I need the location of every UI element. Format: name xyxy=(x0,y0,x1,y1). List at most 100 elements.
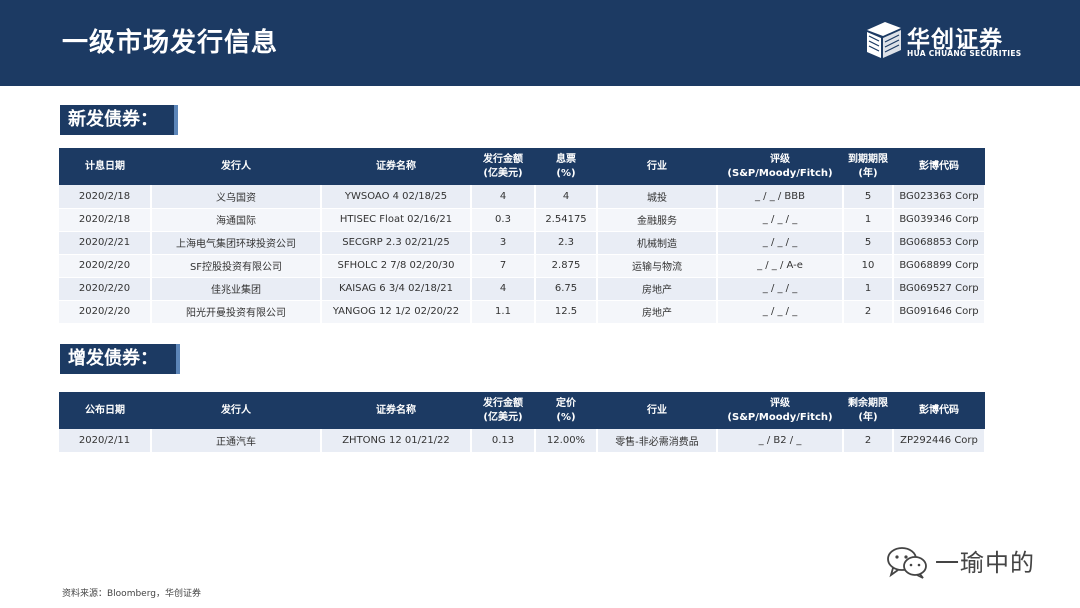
table-cell: BG068853 Corp xyxy=(893,231,986,255)
table-row: 2020/2/20 阳光开曼投资有限公司 YANGOG 12 1/2 02/20/2… xyxy=(59,300,986,324)
column-header: 剩余期限 (年) xyxy=(843,392,893,429)
table-cell: 2.3 xyxy=(535,231,598,255)
table-cell: YANGOG 12 1/2 02/20/22 xyxy=(321,300,472,324)
wechat-icon xyxy=(887,547,927,579)
table-header-row: 计息日期 发行人 证券名称 发行金额 (亿美元) 息票 (%) 行业 评级 (S&P/Moo… xyxy=(59,148,985,185)
logo-english-name: HUA CHUANG SECURITIES xyxy=(907,49,1022,58)
column-header: 评级 (S&P/Moody/Fitch) xyxy=(717,148,843,185)
table-cell: BG039346 Corp xyxy=(893,208,986,232)
table-cell: 4 xyxy=(471,185,536,209)
table-cell: BG091646 Corp xyxy=(893,300,986,324)
column-header: 到期期限 (年) xyxy=(843,148,893,185)
header-bar: 一级市场发行信息 华创证券 HUA CHUANG SECURITIES xyxy=(0,0,1080,86)
column-header: 公布日期 xyxy=(59,392,151,429)
column-header: 计息日期 xyxy=(59,148,151,185)
table-cell: 4 xyxy=(535,185,598,209)
table-cell: BG069527 Corp xyxy=(893,277,986,301)
new-bonds-label: 新发债券： xyxy=(60,105,178,135)
table-cell: 5 xyxy=(843,185,894,209)
table-cell: 5 xyxy=(843,231,894,255)
table-cell: BG068899 Corp xyxy=(893,254,986,278)
table-row: 2020/2/18 义乌国资 YWSOAO 4 02/18/25 4 4 城投 _ / _ … xyxy=(59,185,986,209)
table-cell: 2020/2/18 xyxy=(59,208,152,232)
source-note: 资料来源：Bloomberg，华创证券 xyxy=(62,589,201,599)
table-cell: 城投 xyxy=(597,185,718,209)
page-title: 一级市场发行信息 xyxy=(62,28,279,58)
table-cell: 义乌国资 xyxy=(151,185,322,209)
table-cell: 0.3 xyxy=(471,208,536,232)
table-cell: KAISAG 6 3/4 02/18/21 xyxy=(321,277,472,301)
column-header: 证券名称 xyxy=(321,392,471,429)
column-header: 证券名称 xyxy=(321,148,471,185)
table-cell: 1.1 xyxy=(471,300,536,324)
table-row: 2020/2/20 佳兆业集团 KAISAG 6 3/4 02/18/21 4 6.75… xyxy=(59,277,986,301)
table-cell: 0.13 xyxy=(471,429,536,453)
table-cell: ZHTONG 12 01/21/22 xyxy=(321,429,472,453)
table-cell: 阳光开曼投资有限公司 xyxy=(151,300,322,324)
column-header: 行业 xyxy=(597,392,717,429)
table-cell: 2.54175 xyxy=(535,208,598,232)
table-cell: 3 xyxy=(471,231,536,255)
table-cell: 上海电气集团环球投资公司 xyxy=(151,231,322,255)
column-header: 发行人 xyxy=(151,148,321,185)
table-cell: _ / _ / _ xyxy=(717,277,844,301)
table-cell: 12.00% xyxy=(535,429,598,453)
column-header: 发行金额 (亿美元) xyxy=(471,392,535,429)
table-cell: 零售-非必需消费品 xyxy=(597,429,718,453)
logo-cube-icon xyxy=(867,22,901,58)
table-cell: SF控股投资有限公司 xyxy=(151,254,322,278)
table-cell: 2020/2/11 xyxy=(59,429,152,453)
table-cell: 2 xyxy=(843,300,894,324)
column-header: 彭博代码 xyxy=(893,392,985,429)
table-cell: 12.5 xyxy=(535,300,598,324)
table-cell: 2 xyxy=(843,429,894,453)
table-row: 2020/2/20 SF控股投资有限公司 SFHOLC 2 7/8 02/20/30… xyxy=(59,254,986,278)
table-cell: _ / _ / A-e xyxy=(717,254,844,278)
table-cell: 海通国际 xyxy=(151,208,322,232)
column-header: 发行金额 (亿美元) xyxy=(471,148,535,185)
table-cell: 2020/2/20 xyxy=(59,277,152,301)
table-cell: SFHOLC 2 7/8 02/20/30 xyxy=(321,254,472,278)
table-cell: 2020/2/20 xyxy=(59,254,152,278)
table-cell: 6.75 xyxy=(535,277,598,301)
company-logo: 华创证券 HUA CHUANG SECURITIES xyxy=(863,20,1023,62)
table-cell: HTISEC Float 02/16/21 xyxy=(321,208,472,232)
column-header: 彭博代码 xyxy=(893,148,985,185)
column-header: 发行人 xyxy=(151,392,321,429)
table-cell: YWSOAO 4 02/18/25 xyxy=(321,185,472,209)
table-header-row: 公布日期 发行人 证券名称 发行金额 (亿美元) 定价 (%) 行业 评级 (S&P/Moo… xyxy=(59,392,985,429)
table-cell: SECGRP 2.3 02/21/25 xyxy=(321,231,472,255)
table-cell: 机械制造 xyxy=(597,231,718,255)
table-cell: 2020/2/20 xyxy=(59,300,152,324)
table-row: 2020/2/11 正通汽车 ZHTONG 12 01/21/22 0.13 12.00… xyxy=(59,429,986,453)
wechat-watermark: 一瑜中的 xyxy=(885,543,1065,579)
table-cell: _ / _ / _ xyxy=(717,300,844,324)
table-cell: 7 xyxy=(471,254,536,278)
table-cell: 4 xyxy=(471,277,536,301)
table-cell: 金融服务 xyxy=(597,208,718,232)
table-cell: _ / _ / _ xyxy=(717,208,844,232)
table-row: 2020/2/21 上海电气集团环球投资公司 SECGRP 2.3 02/21/25… xyxy=(59,231,986,255)
table-cell: 2020/2/18 xyxy=(59,185,152,209)
table-cell: 正通汽车 xyxy=(151,429,322,453)
column-header: 评级 (S&P/Moody/Fitch) xyxy=(717,392,843,429)
table-cell: 房地产 xyxy=(597,300,718,324)
table-cell: 10 xyxy=(843,254,894,278)
table-cell: 房地产 xyxy=(597,277,718,301)
table-cell: 运输与物流 xyxy=(597,254,718,278)
table-row: 2020/2/18 海通国际 HTISEC Float 02/16/21 0.3 2.5… xyxy=(59,208,986,232)
table-cell: ZP292446 Corp xyxy=(893,429,986,453)
table-cell: 佳兆业集团 xyxy=(151,277,322,301)
table-cell: 2020/2/21 xyxy=(59,231,152,255)
table-cell: 1 xyxy=(843,208,894,232)
table-cell: _ / B2 / _ xyxy=(717,429,844,453)
column-header: 息票 (%) xyxy=(535,148,597,185)
add-bonds-table: 公布日期 发行人 证券名称 发行金额 (亿美元) 定价 (%) 行业 评级 (S&P/Moo… xyxy=(59,392,986,453)
add-bonds-label: 增发债券： xyxy=(60,344,180,374)
table-cell: _ / _ / _ xyxy=(717,231,844,255)
table-cell: 2.875 xyxy=(535,254,598,278)
column-header: 行业 xyxy=(597,148,717,185)
watermark-text: 一瑜中的 xyxy=(935,549,1035,577)
table-cell: BG023363 Corp xyxy=(893,185,986,209)
column-header: 定价 (%) xyxy=(535,392,597,429)
